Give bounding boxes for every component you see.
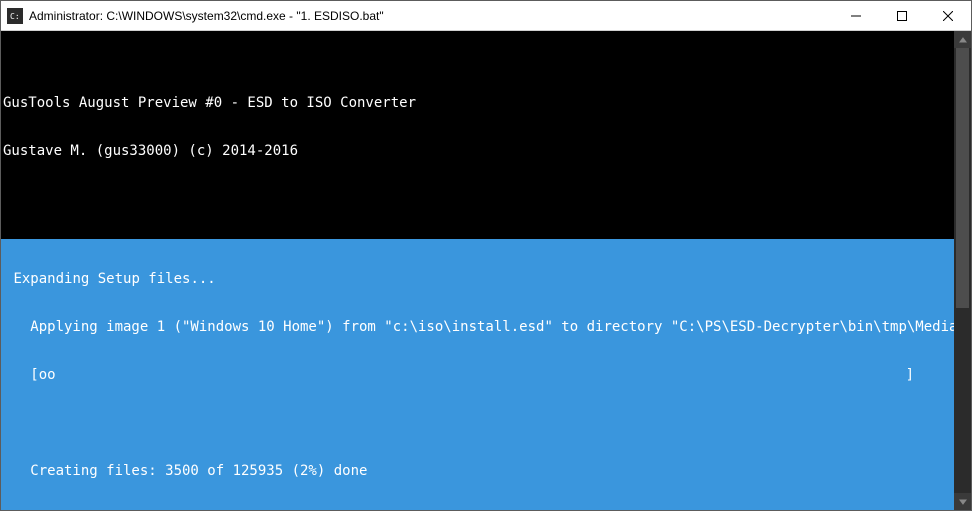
maximize-button[interactable] <box>879 1 925 30</box>
titlebar[interactable]: C:\ Administrator: C:\WINDOWS\system32\c… <box>1 1 971 31</box>
expanding-block: Expanding Setup files... Applying image … <box>1 239 971 510</box>
scroll-track[interactable] <box>954 48 971 493</box>
scroll-down-arrow[interactable] <box>954 493 971 510</box>
window-controls <box>833 1 971 30</box>
svg-text:C:\: C:\ <box>10 12 20 21</box>
tool-header: GusTools August Preview #0 - ESD to ISO … <box>1 95 971 111</box>
applying-image: Applying image 1 ("Windows 10 Home") fro… <box>3 319 969 335</box>
scroll-thumb[interactable] <box>956 48 969 308</box>
vertical-scrollbar[interactable] <box>954 31 971 510</box>
progress-bar: [oo] <box>3 367 969 383</box>
close-button[interactable] <box>925 1 971 30</box>
console-area[interactable]: GusTools August Preview #0 - ESD to ISO … <box>1 31 971 510</box>
console-content: GusTools August Preview #0 - ESD to ISO … <box>1 63 971 510</box>
cmd-window: C:\ Administrator: C:\WINDOWS\system32\c… <box>0 0 972 511</box>
cmd-icon: C:\ <box>7 8 23 24</box>
window-title: Administrator: C:\WINDOWS\system32\cmd.e… <box>29 9 833 23</box>
scroll-up-arrow[interactable] <box>954 31 971 48</box>
tool-author: Gustave M. (gus33000) (c) 2014-2016 <box>1 143 971 159</box>
expanding-title: Expanding Setup files... <box>3 271 969 287</box>
minimize-button[interactable] <box>833 1 879 30</box>
creating-files: Creating files: 3500 of 125935 (2%) done <box>3 463 969 479</box>
